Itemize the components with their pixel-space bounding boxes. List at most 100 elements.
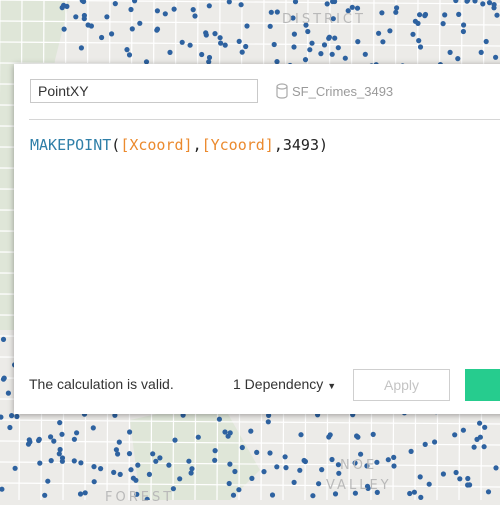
crime-point	[166, 462, 172, 468]
crime-point	[104, 14, 110, 20]
dependency-dropdown[interactable]: 1 Dependency ▼	[233, 376, 336, 392]
crime-point	[244, 23, 250, 29]
crime-point	[91, 464, 97, 470]
crime-point	[485, 489, 492, 495]
crime-point	[393, 9, 399, 15]
crime-point	[177, 476, 183, 482]
crime-point	[167, 49, 173, 56]
crime-point	[349, 4, 355, 10]
crime-point	[456, 11, 462, 17]
datasource-name: SF_Crimes_3493	[292, 83, 394, 99]
crime-point	[269, 492, 276, 498]
crime-point	[332, 35, 338, 41]
crime-point	[189, 466, 195, 472]
crime-point	[74, 430, 80, 436]
crime-point	[154, 8, 160, 14]
ok-button[interactable]	[465, 369, 500, 401]
crime-point	[267, 450, 273, 456]
crime-point	[297, 467, 303, 473]
crime-point	[486, 0, 493, 6]
crime-point	[42, 492, 48, 498]
crime-point	[282, 454, 288, 460]
map-label-district: DISTRICT	[282, 12, 366, 27]
crime-point	[172, 437, 178, 443]
crime-point	[355, 39, 361, 45]
crime-point	[465, 475, 471, 482]
crime-point	[78, 45, 84, 51]
crime-point	[192, 13, 198, 19]
crime-point	[190, 7, 196, 13]
crime-point	[318, 51, 324, 57]
crime-point	[452, 432, 458, 438]
crime-point	[73, 14, 79, 20]
crime-point	[56, 451, 62, 457]
crime-point	[394, 5, 400, 11]
crime-point	[12, 465, 18, 471]
crime-point	[329, 51, 335, 57]
formula-field-xcoord: [Xcoord]	[120, 136, 193, 154]
crime-point	[243, 43, 249, 50]
crime-point	[474, 436, 480, 442]
crime-point	[199, 51, 205, 58]
crime-point	[265, 419, 271, 425]
formula-comma: ,	[192, 136, 202, 154]
crime-point	[25, 441, 32, 447]
crime-point	[268, 9, 274, 15]
crime-point	[7, 424, 13, 431]
crime-point	[254, 449, 260, 455]
crime-point	[61, 2, 67, 8]
formula-paren: (	[111, 136, 121, 154]
crime-point	[376, 30, 382, 36]
crime-point	[477, 420, 483, 426]
apply-button[interactable]: Apply	[353, 369, 450, 401]
crime-point	[483, 38, 489, 45]
crime-point	[187, 42, 193, 48]
crime-point	[302, 57, 309, 63]
crime-point	[422, 13, 428, 19]
crime-point	[0, 336, 7, 342]
crime-point	[117, 471, 123, 477]
crime-point	[291, 44, 297, 50]
crime-point	[274, 9, 280, 15]
crime-point	[36, 437, 42, 444]
crime-point	[248, 428, 254, 434]
crime-point	[48, 458, 54, 464]
crime-point	[362, 51, 368, 57]
crime-point	[238, 2, 244, 8]
crime-point	[418, 494, 424, 500]
crime-point	[329, 456, 335, 463]
crime-point	[203, 30, 209, 36]
formula-paren: )	[319, 136, 329, 154]
crime-point	[45, 478, 51, 484]
crime-point	[88, 23, 94, 29]
calculation-name-input[interactable]	[30, 79, 258, 103]
crime-point	[59, 455, 66, 461]
crime-point	[179, 39, 185, 45]
crime-point	[391, 454, 397, 460]
crime-point	[354, 5, 361, 11]
crime-point	[411, 489, 417, 495]
crime-point	[5, 390, 11, 396]
crime-point	[271, 41, 277, 48]
crime-point	[14, 413, 20, 420]
crime-point	[494, 12, 500, 18]
crime-point	[307, 47, 313, 53]
crime-point	[57, 420, 63, 426]
crime-point	[460, 427, 466, 433]
crime-point	[239, 444, 245, 451]
crime-point	[417, 12, 423, 18]
crime-point	[410, 31, 416, 37]
crime-point	[162, 11, 168, 17]
crime-point	[81, 12, 87, 19]
crime-point	[380, 39, 386, 45]
crime-point	[111, 469, 117, 475]
crime-point	[157, 455, 163, 461]
crime-point	[137, 20, 143, 26]
map-label-forest: FOREST	[105, 490, 175, 505]
crime-point	[188, 470, 194, 476]
crime-point	[226, 480, 232, 487]
crime-point	[146, 471, 152, 477]
database-icon	[276, 83, 288, 99]
formula-editor[interactable]: MAKEPOINT([Xcoord],[Ycoord],3493)	[30, 136, 328, 154]
crime-point	[342, 55, 348, 61]
